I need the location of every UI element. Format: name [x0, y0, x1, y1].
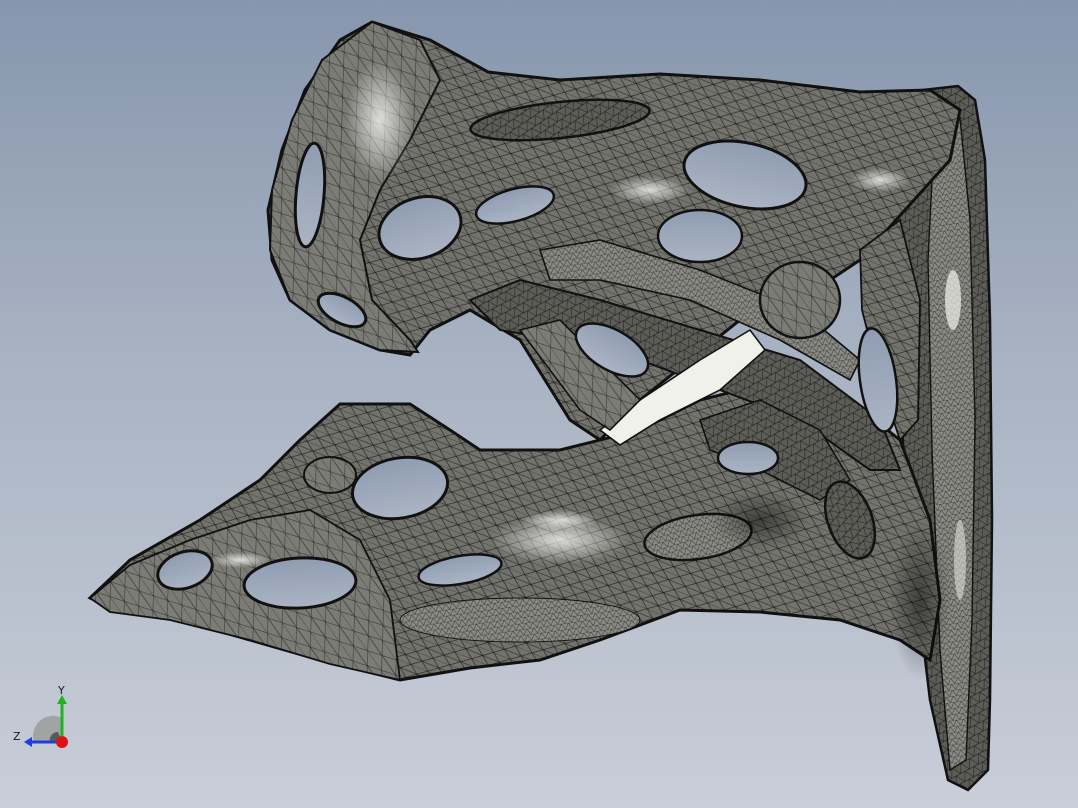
mesh-model[interactable]: [0, 0, 1078, 808]
z-axis-arrowhead: [24, 737, 32, 747]
x-axis-dot: [56, 736, 68, 748]
z-axis-label: Z: [13, 730, 21, 743]
graphics-viewport[interactable]: Y Z: [0, 0, 1078, 808]
view-orientation-triad[interactable]: Y Z: [10, 684, 74, 754]
y-axis-label: Y: [57, 684, 65, 697]
